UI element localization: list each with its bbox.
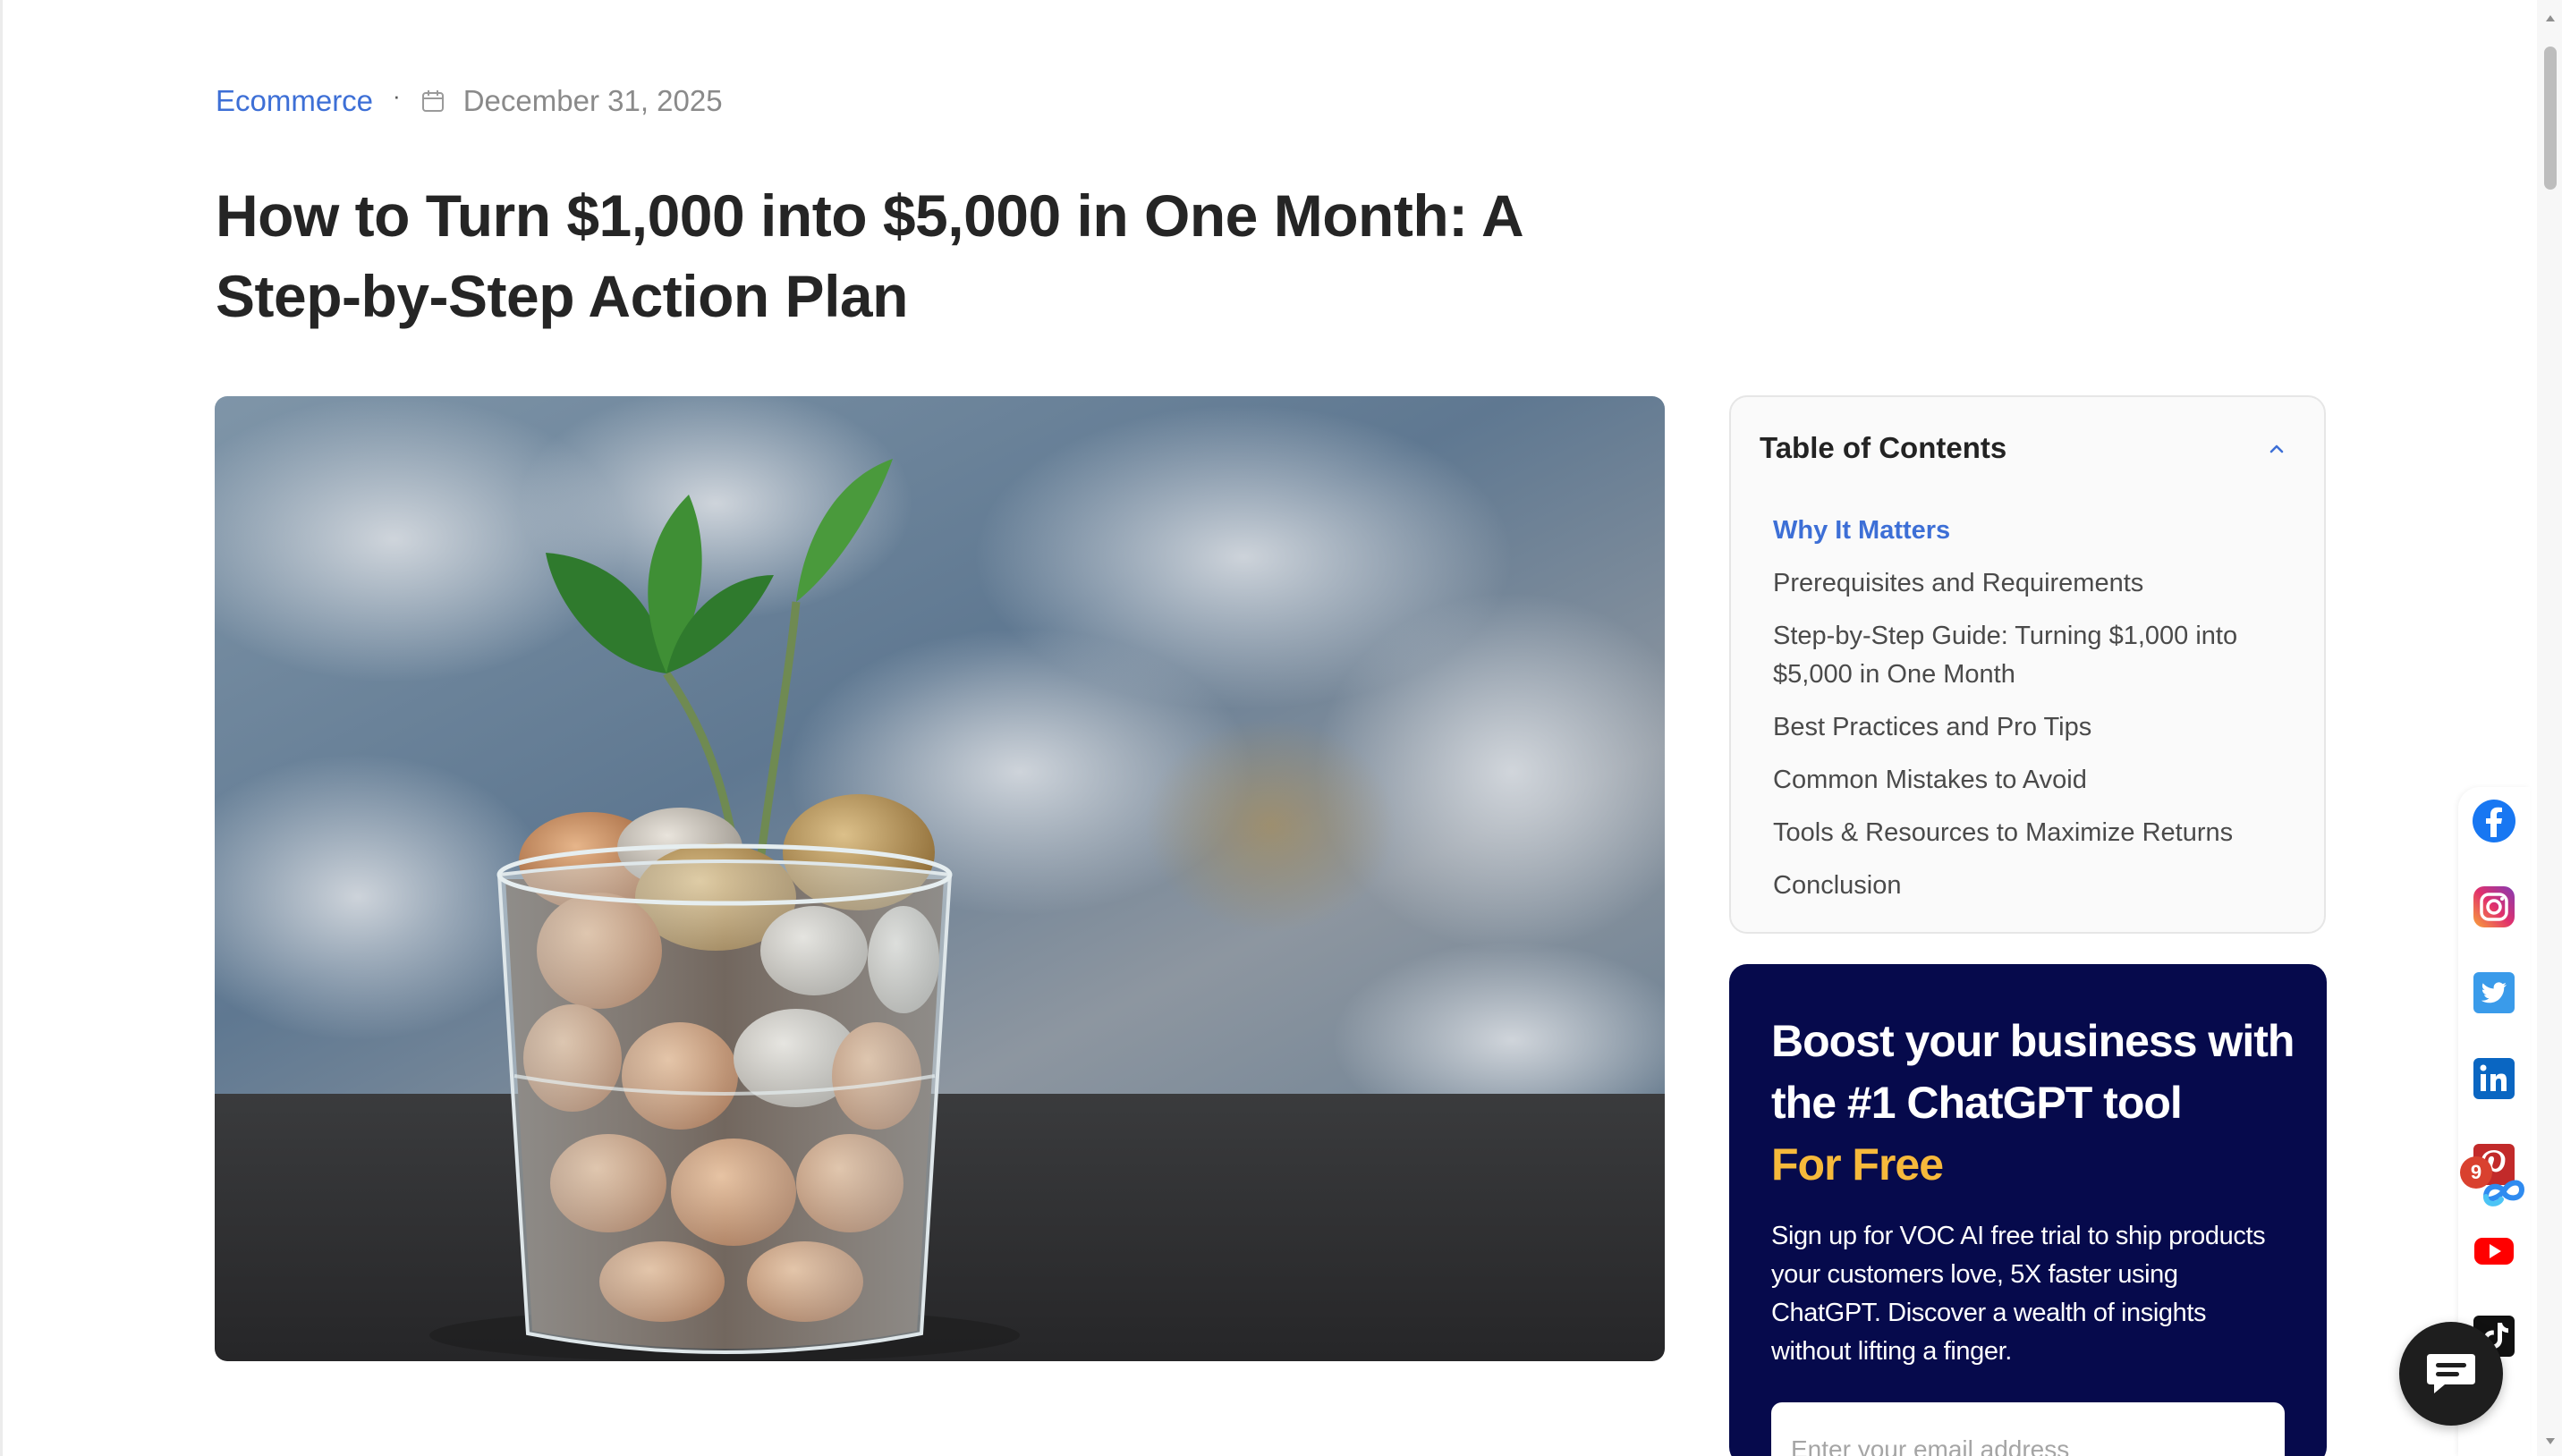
toc-item-why-it-matters[interactable]: Why It Matters bbox=[1773, 512, 2274, 550]
promo-heading-text: Boost your business with the #1 ChatGPT … bbox=[1771, 1016, 2295, 1128]
toc-item-conclusion[interactable]: Conclusion bbox=[1773, 867, 2274, 905]
toc-item-tools-resources[interactable]: Tools & Resources to Maximize Returns bbox=[1773, 814, 2274, 852]
email-input[interactable] bbox=[1771, 1402, 2285, 1456]
hero-image bbox=[215, 396, 1665, 1361]
promo-body: Sign up for VOC AI free trial to ship pr… bbox=[1771, 1222, 2266, 1366]
assistant-loop-icon[interactable] bbox=[2473, 1170, 2535, 1215]
calendar-icon bbox=[421, 90, 444, 112]
meta-separator: · bbox=[393, 81, 401, 109]
post-meta: Ecommerce · December 31, 2025 bbox=[216, 77, 723, 125]
toc-item-common-mistakes[interactable]: Common Mistakes to Avoid bbox=[1773, 761, 2274, 800]
toc-list: Why It Matters Prerequisites and Require… bbox=[1773, 512, 2274, 919]
page: Ecommerce · December 31, 2025 How to Tur… bbox=[0, 0, 2562, 1456]
toc-item-prerequisites[interactable]: Prerequisites and Requirements bbox=[1773, 564, 2274, 603]
instagram-icon[interactable] bbox=[2471, 884, 2517, 930]
toc-item-best-practices[interactable]: Best Practices and Pro Tips bbox=[1773, 708, 2274, 747]
scroll-down-arrow-icon[interactable] bbox=[2544, 1435, 2557, 1447]
toc-item-step-by-step-guide[interactable]: Step-by-Step Guide: Turning $1,000 into … bbox=[1773, 617, 2274, 694]
promo-heading-highlight: For Free bbox=[1771, 1139, 1944, 1189]
post-date: December 31, 2025 bbox=[462, 84, 723, 117]
linkedin-icon[interactable] bbox=[2471, 1055, 2517, 1102]
chevron-up-icon[interactable] bbox=[2263, 435, 2290, 461]
scrollbar-thumb[interactable] bbox=[2544, 47, 2557, 190]
youtube-icon[interactable] bbox=[2471, 1227, 2517, 1274]
facebook-icon[interactable] bbox=[2471, 798, 2517, 844]
left-border bbox=[0, 0, 3, 1456]
promo-heading: Boost your business with the #1 ChatGPT … bbox=[1771, 1011, 2308, 1196]
toc-heading: Table of Contents bbox=[1760, 431, 2007, 464]
twitter-icon[interactable] bbox=[2471, 969, 2517, 1016]
promo-card: Boost your business with the #1 ChatGPT … bbox=[1729, 964, 2327, 1456]
table-of-contents: Table of Contents Why It Matters Prerequ… bbox=[1729, 395, 2326, 934]
scroll-up-arrow-icon[interactable] bbox=[2544, 13, 2557, 25]
chat-button[interactable] bbox=[2399, 1322, 2503, 1426]
category-link[interactable]: Ecommerce bbox=[216, 84, 373, 118]
chat-icon bbox=[2427, 1354, 2475, 1393]
scrollbar[interactable] bbox=[2537, 0, 2562, 1456]
article-title: How to Turn $1,000 into $5,000 in One Mo… bbox=[216, 182, 1522, 329]
